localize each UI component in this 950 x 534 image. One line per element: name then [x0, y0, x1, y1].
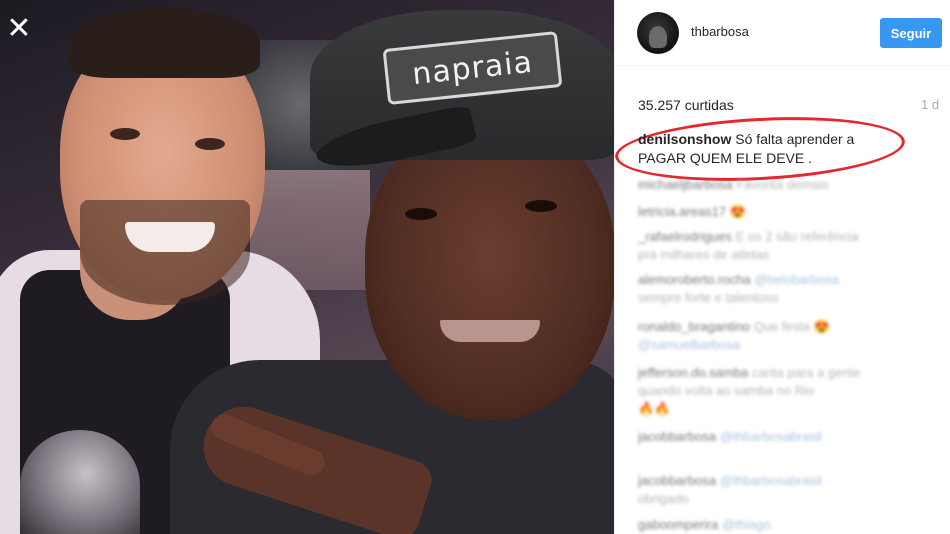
comment-item: jefferson.do.samba canta para a gente qu… — [638, 364, 938, 418]
post-time: 1 d — [921, 97, 940, 112]
comment-username[interactable]: michaeljbarbosa — [638, 177, 733, 192]
comment-item: michaeljbarbosa Favorita demais — [638, 176, 938, 194]
right-person-eye — [405, 208, 437, 220]
comment-username[interactable]: jacobbarbosa — [638, 429, 716, 444]
follow-button[interactable]: Seguir — [880, 18, 942, 48]
comment-item: letricia.areas17 😍 — [638, 203, 938, 221]
comment-item: gaboomperira @thiago — [638, 516, 938, 534]
post-side-panel: thbarbosa Seguir 35.257 curtidas 1 d den… — [613, 0, 950, 534]
comment-username[interactable]: jacobbarbosa — [638, 473, 716, 488]
comment-text: 😍 — [729, 204, 746, 219]
comment-text: E os 2 são referência — [735, 229, 859, 244]
comment-item: jacobbarbosa @thbarbosabrasil obrigado — [638, 472, 938, 508]
comment-username[interactable]: jefferson.do.samba — [638, 365, 748, 380]
comment-username[interactable]: letricia.areas17 — [638, 204, 726, 219]
comment-text: Favorita demais — [736, 177, 829, 192]
avatar[interactable] — [637, 12, 679, 54]
comment-text-line2: pra milhares de atletas — [638, 247, 770, 262]
comment-text: Que festa 😍 — [753, 319, 830, 334]
comment-mention[interactable]: @thbarbosabrasil — [720, 473, 822, 488]
comment-item: jacobbarbosa @thbarbosabrasil — [638, 428, 938, 446]
comment-mention[interactable]: @thiago — [722, 517, 771, 532]
comment-text: canta para a gente — [751, 365, 861, 380]
comment-username[interactable]: alemoroberto.rocha — [638, 272, 751, 287]
comment-username[interactable]: gaboomperira — [638, 517, 718, 532]
comment-username[interactable]: denilsonshow — [638, 131, 731, 147]
comment-text-line2: PAGAR QUEM ELE DEVE . — [638, 150, 813, 166]
post-photo: napraia ✕ — [0, 0, 614, 534]
comment-text-line3: 🔥🔥 — [638, 401, 671, 416]
comment-text-line2: sempre forte e talentoso — [638, 290, 779, 305]
left-person-beard — [80, 200, 250, 305]
comment-text-line2: obrigado — [638, 491, 689, 506]
tshirt-print — [20, 430, 140, 534]
likes-count[interactable]: 35.257 curtidas — [638, 97, 734, 113]
close-icon[interactable]: ✕ — [6, 14, 32, 44]
comment-text-line2: quando volta ao samba no Rio — [638, 383, 815, 398]
right-person-smile — [440, 320, 540, 342]
left-person-hair — [70, 8, 260, 78]
right-person-eye — [525, 200, 557, 212]
comment-item: alemoroberto.rocha @belobarbosa sempre f… — [638, 271, 938, 307]
post-username[interactable]: thbarbosa — [691, 24, 749, 39]
highlighted-comment: denilsonshow Só falta aprender a PAGAR Q… — [638, 130, 898, 168]
comment-mention[interactable]: @samuelbarbosa — [638, 337, 740, 352]
left-person-eye — [195, 138, 225, 150]
comment-username[interactable]: _rafaelrodrigues — [638, 229, 732, 244]
comment-item: ronaldo_bragantino Que festa 😍 @samuelba… — [638, 318, 938, 354]
left-person-eye — [110, 128, 140, 140]
post-header: thbarbosa Seguir — [615, 0, 950, 66]
comment-mention[interactable]: @belobarbosa — [754, 272, 839, 287]
comment-item: _rafaelrodrigues E os 2 são referência p… — [638, 228, 938, 264]
comment-text-line1: Só falta aprender a — [735, 131, 855, 147]
comment-mention[interactable]: @thbarbosabrasil — [720, 429, 822, 444]
avatar-silhouette-icon — [649, 26, 667, 48]
comment-username[interactable]: ronaldo_bragantino — [638, 319, 750, 334]
left-person-smile — [125, 222, 215, 252]
right-person-face — [365, 120, 614, 420]
